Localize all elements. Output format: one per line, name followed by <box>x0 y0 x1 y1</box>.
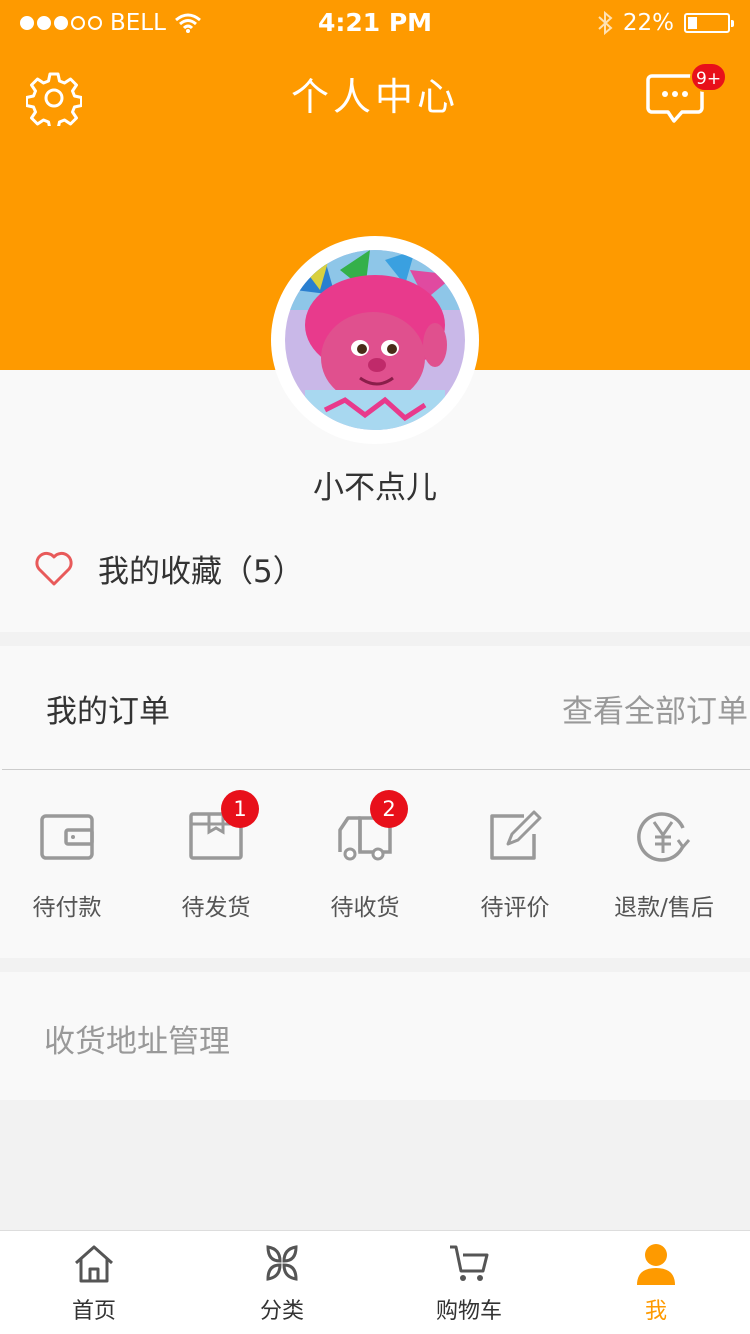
tab-bar: 首页 分类 购物车 我 <box>0 1230 750 1334</box>
order-status-label: 待发货 <box>181 895 251 921</box>
home-icon <box>75 1245 113 1283</box>
favorites-row[interactable]: 我的收藏（5） <box>34 546 304 591</box>
orders-header: 我的订单 查看全部订单 <box>0 646 750 770</box>
order-status-pending-receipt[interactable]: 2 待收货 <box>290 790 440 926</box>
tab-label: 购物车 <box>435 1299 502 1324</box>
favorites-label: 我的收藏（5） <box>98 554 304 590</box>
order-count-badge: 1 <box>221 790 259 828</box>
edit-icon <box>490 810 542 860</box>
orders-card: 我的订单 查看全部订单 待付款 1 待发货 2 待收货 待评价 退款/售后 <box>0 646 750 958</box>
order-count-badge: 2 <box>370 790 408 828</box>
tab-label: 首页 <box>71 1299 116 1324</box>
view-all-orders-link[interactable]: 查看全部订单 <box>562 686 748 731</box>
tab-label: 我 <box>644 1299 667 1324</box>
order-status-label: 退款/售后 <box>614 895 714 921</box>
address-management-row[interactable]: 收货地址管理 <box>0 972 750 1100</box>
avatar-image <box>285 250 465 430</box>
battery-level <box>688 17 697 29</box>
gear-icon <box>25 72 83 131</box>
address-management-label: 收货地址管理 <box>44 1024 230 1060</box>
cart-icon <box>450 1245 489 1281</box>
order-status-label: 待收货 <box>330 895 400 921</box>
tab-home[interactable]: 首页 <box>0 1231 188 1334</box>
order-status-pending-payment[interactable]: 待付款 <box>0 806 142 926</box>
order-status-refund[interactable]: 退款/售后 <box>589 806 739 926</box>
username: 小不点儿 <box>313 470 437 506</box>
battery-icon <box>684 13 734 33</box>
order-status-pending-review[interactable]: 待评价 <box>440 806 590 926</box>
message-count-badge: 9+ <box>690 62 728 92</box>
wallet-icon <box>40 814 94 860</box>
tab-me[interactable]: 我 <box>562 1231 750 1334</box>
heart-icon <box>35 551 73 585</box>
divider <box>2 769 750 770</box>
status-bar: BELL 4:21 PM 22% <box>0 0 750 48</box>
yuan-refund-icon <box>637 812 691 862</box>
category-icon <box>266 1245 298 1281</box>
bluetooth-icon <box>598 11 613 35</box>
order-status-pending-shipment[interactable]: 1 待发货 <box>141 790 291 926</box>
tab-label: 分类 <box>259 1299 304 1324</box>
avatar[interactable] <box>285 250 465 430</box>
settings-button[interactable] <box>25 70 83 131</box>
page-title: 个人中心 <box>290 75 459 119</box>
battery-percent: 22% <box>622 10 674 36</box>
orders-title: 我的订单 <box>46 694 170 730</box>
tab-category[interactable]: 分类 <box>188 1231 376 1334</box>
tab-cart[interactable]: 购物车 <box>375 1231 563 1334</box>
user-icon <box>637 1244 675 1285</box>
status-right: 22% <box>597 10 734 36</box>
order-status-label: 待付款 <box>32 895 102 921</box>
order-status-label: 待评价 <box>480 895 550 921</box>
